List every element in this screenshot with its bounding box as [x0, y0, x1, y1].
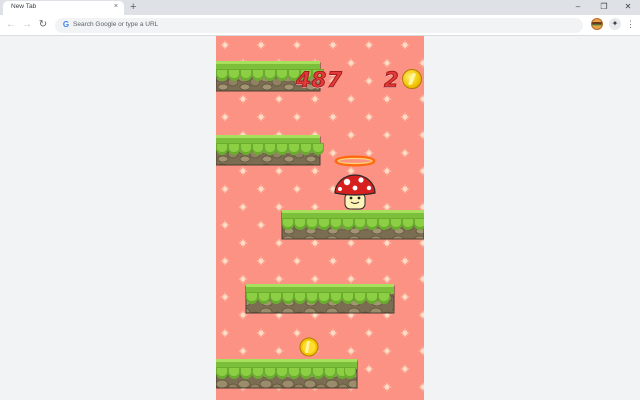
omnibox[interactable]: G Search Google or type a URL: [55, 18, 583, 33]
platform: [216, 135, 324, 166]
menu-icon[interactable]: ⋮: [626, 18, 635, 30]
new-tab-button[interactable]: +: [130, 1, 136, 13]
reload-button[interactable]: ↻: [36, 19, 50, 31]
puzzle-icon[interactable]: ✦: [609, 18, 621, 30]
back-button[interactable]: ←: [4, 19, 18, 31]
coin-counter: 2: [384, 68, 400, 93]
tab-title: New Tab: [11, 3, 37, 10]
burger-extension-icon[interactable]: [591, 18, 603, 30]
close-window-button[interactable]: ✕: [616, 1, 640, 12]
minimize-button[interactable]: –: [566, 1, 590, 12]
coin-icon: [402, 69, 422, 89]
toolbar: ← → ↻ G Search Google or type a URL ✦ ⋮: [0, 15, 640, 36]
score-counter: 487: [296, 68, 343, 93]
tab-new-tab[interactable]: New Tab ×: [3, 1, 124, 15]
coin-pickup: [299, 337, 319, 357]
platform: [281, 210, 424, 240]
restore-button[interactable]: ❐: [592, 1, 616, 12]
forward-button[interactable]: →: [20, 19, 34, 31]
platform: [245, 284, 395, 314]
omnibox-placeholder: Search Google or type a URL: [73, 21, 159, 28]
close-icon[interactable]: ×: [114, 2, 118, 12]
platform: [216, 359, 358, 389]
google-icon: G: [62, 20, 70, 29]
tab-strip: New Tab × + – ❐ ✕: [0, 0, 640, 15]
